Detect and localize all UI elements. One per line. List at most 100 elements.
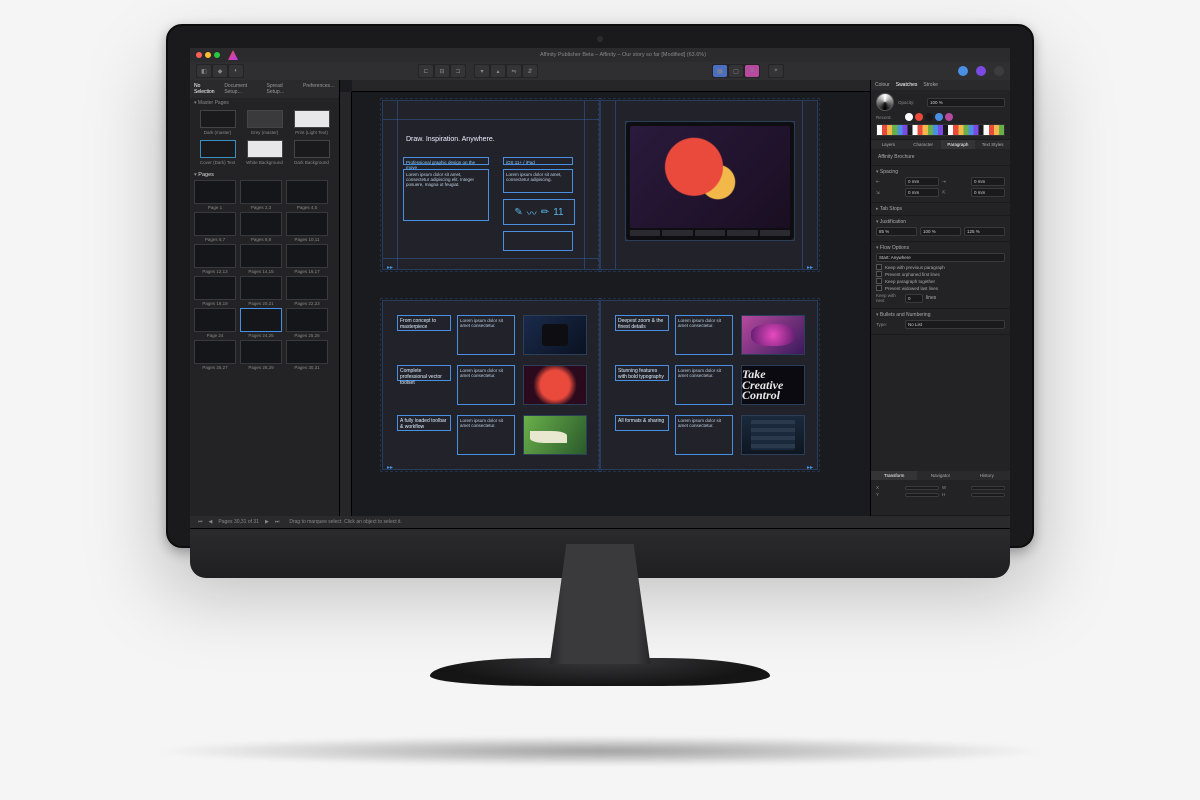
bullets-section[interactable]: Bullets and Numbering: [876, 312, 1005, 318]
fullscreen-icon[interactable]: [214, 52, 220, 58]
feature-image[interactable]: [523, 365, 587, 405]
navigator-tab[interactable]: Navigator: [917, 471, 963, 480]
page-thumbnail[interactable]: Pages 12,13: [194, 244, 236, 274]
feature-heading[interactable]: Deepest zoom & the finest details: [615, 315, 669, 331]
first-page-button[interactable]: ⏮: [196, 519, 205, 525]
feature-body[interactable]: Lorem ipsum dolor sit amet consectetur.: [457, 415, 515, 455]
body-frame-3[interactable]: [503, 231, 573, 251]
account-icon[interactable]: [994, 66, 1004, 76]
snapping-button[interactable]: ⌖: [769, 65, 783, 77]
feature-body[interactable]: Lorem ipsum dolor sit amet consectetur.: [675, 365, 733, 405]
subhead-frame-2[interactable]: iOS 11+ / iPad: [503, 157, 573, 165]
page-thumbnail[interactable]: Pages 18,19: [194, 276, 236, 306]
recent-colour[interactable]: [905, 113, 913, 121]
swatch-palette[interactable]: [876, 124, 1005, 136]
first-line-input[interactable]: 0 mm: [905, 188, 939, 197]
flow-option-checkbox[interactable]: Prevent orphaned first lines: [876, 271, 1005, 277]
transform-tab[interactable]: Transform: [871, 471, 917, 480]
page-thumbnail[interactable]: Pages 30,31: [286, 340, 328, 370]
master-white-bg[interactable]: [247, 140, 283, 158]
flow-options-section[interactable]: Flow Options: [876, 245, 1005, 251]
transform-y-input[interactable]: [905, 493, 939, 497]
justify-max-input[interactable]: 125 %: [964, 227, 1005, 236]
baseline-grid-button[interactable]: ≡: [745, 65, 759, 77]
master-cover-dark[interactable]: [200, 140, 236, 158]
flip-h-button[interactable]: ⇋: [507, 65, 521, 77]
canvas-area[interactable]: Draw. Inspiration. Anywhere. Professiona…: [340, 80, 870, 516]
hero-image-frame[interactable]: [625, 121, 795, 241]
master-grey[interactable]: [247, 110, 283, 128]
last-line-input[interactable]: 0 mm: [971, 188, 1005, 197]
page-thumbnail[interactable]: Pages 28,29: [240, 340, 282, 370]
feature-image[interactable]: [741, 315, 805, 355]
keep-next-input[interactable]: 0: [905, 294, 923, 303]
align-centre-button[interactable]: ⊟: [435, 65, 449, 77]
align-left-button[interactable]: ⊏: [419, 65, 433, 77]
text-styles-tab[interactable]: Text Styles: [975, 140, 1010, 149]
recent-colour[interactable]: [935, 113, 943, 121]
pages-header[interactable]: Pages: [194, 170, 335, 180]
feature-body[interactable]: Lorem ipsum dolor sit amet consectetur.: [675, 315, 733, 355]
feature-image[interactable]: [741, 415, 805, 455]
feature-body[interactable]: Lorem ipsum dolor sit amet consectetur.: [457, 365, 515, 405]
page-thumbnail[interactable]: Pages 14,15: [240, 244, 282, 274]
flow-option-checkbox[interactable]: Keep paragraph together: [876, 278, 1005, 284]
page-thumbnail[interactable]: Pages 10,11: [286, 212, 328, 242]
transform-h-input[interactable]: [971, 493, 1005, 497]
feature-image[interactable]: [523, 415, 587, 455]
spread-setup-button[interactable]: Spread Setup…: [267, 83, 298, 95]
page-thumbnail[interactable]: Page 1: [194, 180, 236, 210]
paragraph-tab[interactable]: Paragraph: [941, 140, 976, 149]
recent-colour[interactable]: [945, 113, 953, 121]
transform-w-input[interactable]: [971, 486, 1005, 490]
recent-colour[interactable]: [915, 113, 923, 121]
recent-colour[interactable]: [925, 113, 933, 121]
document-setup-button[interactable]: Document Setup…: [224, 83, 260, 95]
master-dark[interactable]: [200, 110, 236, 128]
page-thumbnail[interactable]: Pages 20,21: [240, 276, 282, 306]
body-frame-2[interactable]: Lorem ipsum dolor sit amet, consectetur …: [503, 169, 573, 193]
flow-option-checkbox[interactable]: Prevent widowed last lines: [876, 285, 1005, 291]
feature-image[interactable]: [523, 315, 587, 355]
spacing-section[interactable]: Spacing: [876, 169, 1005, 175]
arrange-front-button[interactable]: ▴: [491, 65, 505, 77]
feature-heading[interactable]: A fully loaded toolbar & workflow: [397, 415, 451, 431]
swatches-tab[interactable]: Swatches: [896, 82, 918, 88]
opacity-input[interactable]: 100 %: [927, 98, 1005, 107]
feature-heading[interactable]: All formats & sharing: [615, 415, 669, 431]
page-thumbnail[interactable]: Pages 16,17: [286, 244, 328, 274]
icon-row[interactable]: ✎ 〰 ✏ 11: [503, 199, 575, 225]
next-page-button[interactable]: ▶: [263, 519, 271, 525]
page-thumbnail[interactable]: Pages 24,25: [240, 308, 282, 338]
page-indicator[interactable]: Pages 30,31 of 31: [216, 519, 261, 525]
page-thumbnail[interactable]: Pages 8,9: [240, 212, 282, 242]
flow-option-checkbox[interactable]: Keep with previous paragraph: [876, 264, 1005, 270]
align-right-button[interactable]: ⊐: [451, 65, 465, 77]
preview-mode-button[interactable]: ▦: [713, 65, 727, 77]
tab-stops-section[interactable]: Tab Stops: [876, 206, 1005, 212]
character-tab[interactable]: Character: [906, 140, 941, 149]
justify-min-input[interactable]: 85 %: [876, 227, 917, 236]
history-tab[interactable]: History: [964, 471, 1010, 480]
prev-page-button[interactable]: ◀: [207, 519, 215, 525]
page-thumbnail[interactable]: Page 24: [194, 308, 236, 338]
designer-persona-icon[interactable]: ◆: [213, 65, 227, 77]
colour-tab[interactable]: Colour: [875, 82, 890, 88]
feature-heading[interactable]: Complete professional vector toolset: [397, 365, 451, 381]
clip-canvas-button[interactable]: ▢: [729, 65, 743, 77]
right-indent-input[interactable]: 0 mm: [971, 177, 1005, 186]
publisher-persona-icon[interactable]: ◧: [197, 65, 211, 77]
body-frame[interactable]: Lorem ipsum dolor sit amet, consectetur …: [403, 169, 489, 221]
page-thumbnail[interactable]: Pages 4,5: [286, 180, 328, 210]
feature-heading[interactable]: From concept to masterpiece: [397, 315, 451, 331]
stroke-tab[interactable]: Stroke: [923, 82, 937, 88]
justify-desired-input[interactable]: 100 %: [920, 227, 961, 236]
master-pages-section[interactable]: Master Pages: [190, 98, 339, 108]
preferences-button[interactable]: Preferences…: [303, 83, 335, 95]
close-icon[interactable]: [196, 52, 202, 58]
page-thumbnail[interactable]: Pages 22,23: [286, 276, 328, 306]
page-thumbnail[interactable]: Pages 25,26: [286, 308, 328, 338]
subhead-frame[interactable]: Professional graphic design on the move: [403, 157, 489, 165]
list-type-select[interactable]: No List: [905, 320, 1005, 329]
arrange-back-button[interactable]: ▾: [475, 65, 489, 77]
